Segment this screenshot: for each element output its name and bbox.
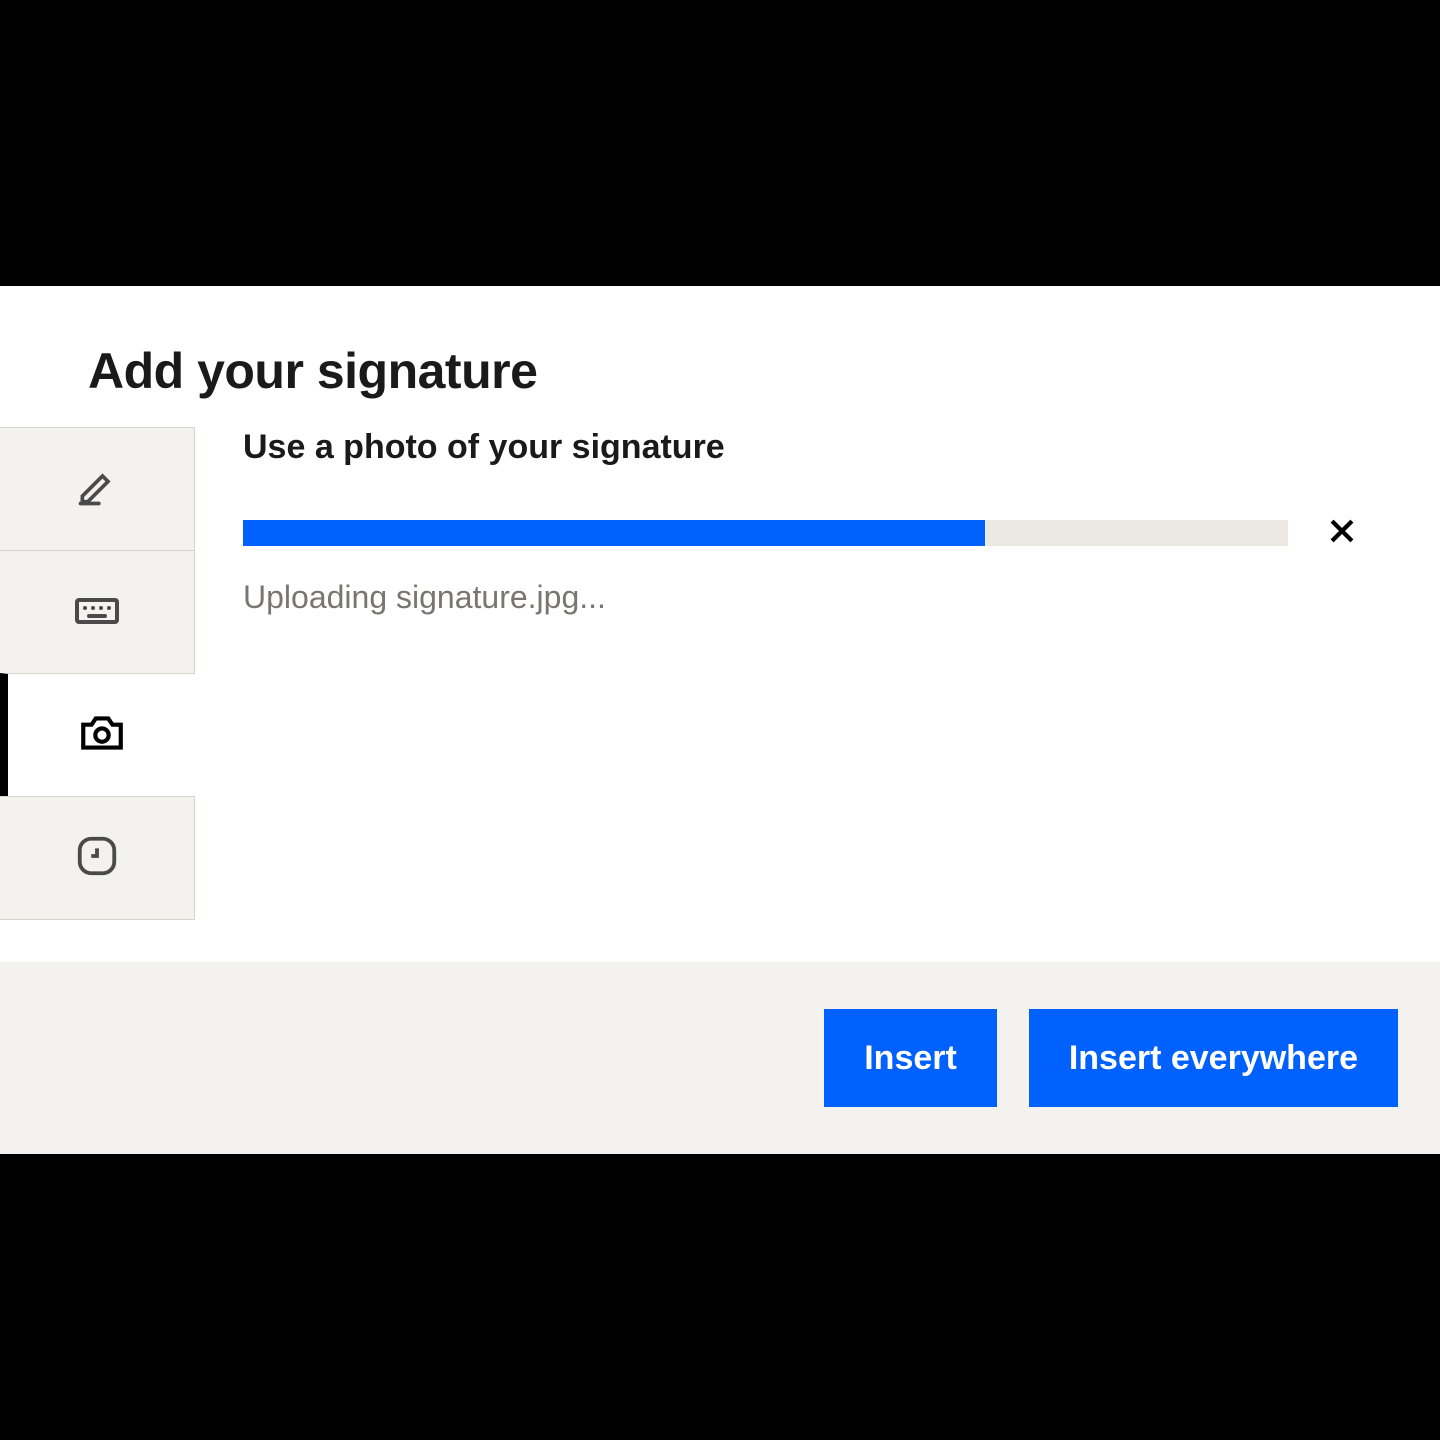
- content-panel: Use a photo of your signature Uploading …: [195, 400, 1440, 962]
- cancel-upload-button[interactable]: [1324, 515, 1360, 551]
- camera-icon: [77, 708, 127, 763]
- tab-draw[interactable]: [0, 427, 195, 551]
- upload-progress-fill: [243, 520, 985, 546]
- insert-button[interactable]: Insert: [824, 1009, 997, 1107]
- upload-progress: [243, 520, 1288, 546]
- upload-status-text: Uploading signature.jpg...: [243, 579, 1360, 616]
- modal-title: Add your signature: [0, 286, 1440, 400]
- insert-everywhere-button[interactable]: Insert everywhere: [1029, 1009, 1398, 1107]
- clock-icon: [74, 833, 120, 884]
- keyboard-icon: [73, 586, 121, 639]
- tab-recent[interactable]: [0, 796, 195, 920]
- tab-strip: [0, 428, 195, 962]
- upload-row: [243, 515, 1360, 551]
- close-icon: [1325, 514, 1359, 553]
- section-title: Use a photo of your signature: [243, 428, 1360, 467]
- modal-body: Use a photo of your signature Uploading …: [0, 400, 1440, 962]
- pencil-icon: [75, 465, 119, 514]
- modal-footer: Insert Insert everywhere: [0, 962, 1440, 1154]
- signature-modal: Add your signature: [0, 286, 1440, 1154]
- tab-type[interactable]: [0, 550, 195, 674]
- tab-photo[interactable]: [0, 673, 195, 797]
